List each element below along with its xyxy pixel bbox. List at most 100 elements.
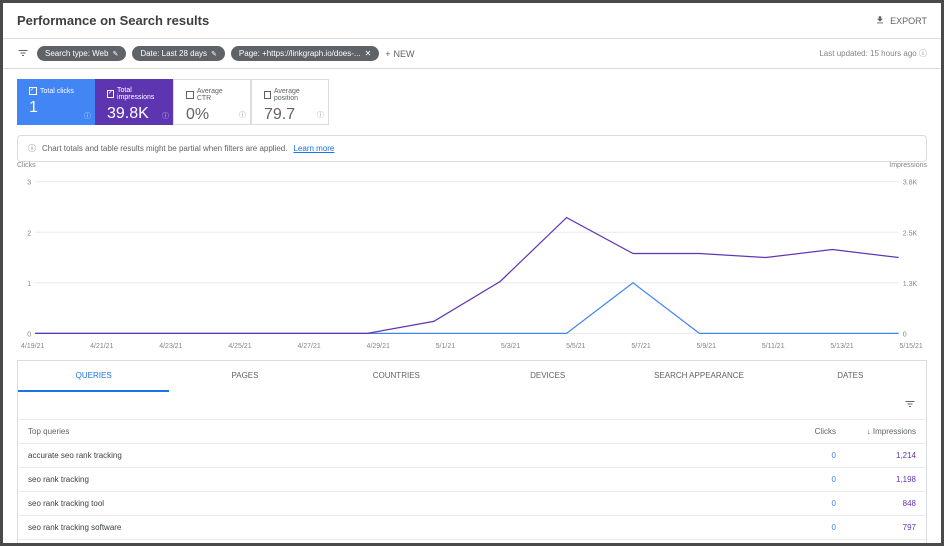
checkbox-icon xyxy=(29,87,37,95)
tab-dates[interactable]: DATES xyxy=(775,361,926,392)
checkbox-icon xyxy=(186,91,194,99)
tab-countries[interactable]: COUNTRIES xyxy=(321,361,472,392)
table-row[interactable]: seo rank tracking software0797 xyxy=(18,515,926,539)
x-tick: 4/23/21 xyxy=(159,343,182,350)
cell-clicks: 0 xyxy=(766,523,836,532)
x-tick: 4/19/21 xyxy=(21,343,44,350)
cell-impressions: 1,214 xyxy=(836,451,916,460)
table-filter-row xyxy=(18,392,926,419)
tab-devices[interactable]: DEVICES xyxy=(472,361,623,392)
x-tick: 5/15/21 xyxy=(899,343,922,350)
filter-icon[interactable] xyxy=(17,47,31,61)
export-button[interactable]: EXPORT xyxy=(875,15,927,27)
left-axis-label: Clicks xyxy=(17,162,36,169)
pencil-icon[interactable]: ✎ xyxy=(112,50,118,58)
pencil-icon[interactable]: ✎ xyxy=(211,50,217,58)
tab-queries[interactable]: QUERIES xyxy=(18,361,169,392)
cell-impressions: 1,198 xyxy=(836,475,916,484)
x-tick: 4/29/21 xyxy=(367,343,390,350)
metric-value: 0% xyxy=(186,106,238,124)
svg-text:2: 2 xyxy=(27,230,31,237)
tab-search-appearance[interactable]: SEARCH APPEARANCE xyxy=(623,361,774,392)
tab-pages[interactable]: PAGES xyxy=(169,361,320,392)
new-filter-button[interactable]: + NEW xyxy=(385,49,414,59)
info-icon: ⓘ xyxy=(28,143,36,154)
header-impressions[interactable]: ↓ Impressions xyxy=(836,427,916,436)
cell-clicks: 0 xyxy=(766,499,836,508)
filter-chip[interactable]: Date: Last 28 days ✎ xyxy=(132,46,225,61)
cell-query: accurate seo rank tracking xyxy=(28,451,766,460)
cell-impressions: 848 xyxy=(836,499,916,508)
x-tick: 5/3/21 xyxy=(501,343,520,350)
x-tick: 5/5/21 xyxy=(566,343,585,350)
last-updated: Last updated: 15 hours ago ⓘ xyxy=(819,48,927,59)
table-section: QUERIESPAGESCOUNTRIESDEVICESSEARCH APPEA… xyxy=(17,360,927,546)
info-banner: ⓘ Chart totals and table results might b… xyxy=(17,135,927,162)
filter-chip[interactable]: Page: +https://linkgraph.io/does-... ✕ xyxy=(231,46,379,61)
table-row[interactable]: seo rank tracking tool0848 xyxy=(18,491,926,515)
page-header: Performance on Search results EXPORT xyxy=(3,3,941,39)
checkbox-icon xyxy=(107,90,114,98)
help-icon[interactable]: ⓘ xyxy=(919,49,927,58)
table-row[interactable]: accurate seo rank tracking01,214 xyxy=(18,443,926,467)
svg-text:0: 0 xyxy=(903,331,907,338)
help-icon[interactable]: ⓘ xyxy=(317,110,324,120)
svg-text:3.8K: 3.8K xyxy=(903,180,918,187)
help-icon[interactable]: ⓘ xyxy=(239,110,246,120)
checkbox-icon xyxy=(264,91,271,99)
table-row[interactable]: seo rank tracking01,198 xyxy=(18,467,926,491)
download-icon xyxy=(875,15,885,27)
chip-label: Page: +https://linkgraph.io/does-... xyxy=(239,49,361,58)
metric-card[interactable]: Average position 79.7ⓘ xyxy=(251,79,329,125)
metric-value: 1 xyxy=(29,99,83,117)
table-header: Top queries Clicks ↓ Impressions xyxy=(18,419,926,443)
metric-card[interactable]: Total impressions 39.8Kⓘ xyxy=(95,79,173,125)
filter-chip[interactable]: Search type: Web✎ xyxy=(37,46,126,61)
page-title: Performance on Search results xyxy=(17,13,209,28)
metric-label: Total clicks xyxy=(40,88,74,95)
metrics-row: Total clicks1ⓘTotal impressions39.8KⓘAve… xyxy=(3,69,941,135)
metric-label: Average position xyxy=(274,88,316,102)
chart: Clicks Impressions 33.8K22.5K11.3K00 4/1… xyxy=(17,170,927,350)
cell-query: seo rank tracking xyxy=(28,475,766,484)
learn-more-link[interactable]: Learn more xyxy=(293,144,334,153)
tabs: QUERIESPAGESCOUNTRIESDEVICESSEARCH APPEA… xyxy=(18,361,926,392)
svg-text:2.5K: 2.5K xyxy=(903,230,918,237)
x-axis: 4/19/214/21/214/23/214/25/214/27/214/29/… xyxy=(17,343,927,350)
banner-text: Chart totals and table results might be … xyxy=(42,144,287,153)
svg-text:3: 3 xyxy=(27,180,31,187)
cell-clicks: 0 xyxy=(766,475,836,484)
right-axis-label: Impressions xyxy=(889,162,927,169)
x-tick: 4/25/21 xyxy=(228,343,251,350)
export-label: EXPORT xyxy=(890,16,927,26)
filter-icon[interactable] xyxy=(904,398,916,413)
metric-card[interactable]: Total clicks 1ⓘ xyxy=(17,79,95,125)
header-query[interactable]: Top queries xyxy=(28,427,766,436)
new-label: NEW xyxy=(394,49,415,59)
svg-text:1: 1 xyxy=(27,281,31,288)
cell-query: seo rank tracking software xyxy=(28,523,766,532)
x-tick: 5/11/21 xyxy=(762,343,785,350)
chart-svg: 33.8K22.5K11.3K00 xyxy=(17,170,927,340)
table-row[interactable]: accurate rank tracking0762 xyxy=(18,539,926,546)
cell-clicks: 0 xyxy=(766,451,836,460)
metric-label: Total impressions xyxy=(117,87,161,101)
help-icon[interactable]: ⓘ xyxy=(84,111,91,121)
x-tick: 5/7/21 xyxy=(631,343,650,350)
x-tick: 5/13/21 xyxy=(830,343,853,350)
header-clicks[interactable]: Clicks xyxy=(766,427,836,436)
filter-bar: Search type: Web✎ Date: Last 28 days ✎ Page… xyxy=(3,39,941,69)
help-icon[interactable]: ⓘ xyxy=(162,111,169,121)
metric-card[interactable]: Average CTR 0%ⓘ xyxy=(173,79,251,125)
svg-text:1.3K: 1.3K xyxy=(903,281,918,288)
cell-query: seo rank tracking tool xyxy=(28,499,766,508)
chip-label: Date: Last 28 days xyxy=(140,49,207,58)
close-icon[interactable]: ✕ xyxy=(365,49,372,58)
metric-label: Average CTR xyxy=(197,88,238,102)
x-tick: 5/1/21 xyxy=(436,343,455,350)
x-tick: 4/21/21 xyxy=(90,343,113,350)
cell-impressions: 797 xyxy=(836,523,916,532)
metric-value: 39.8K xyxy=(107,105,161,123)
x-tick: 5/9/21 xyxy=(697,343,716,350)
metric-value: 79.7 xyxy=(264,106,316,124)
